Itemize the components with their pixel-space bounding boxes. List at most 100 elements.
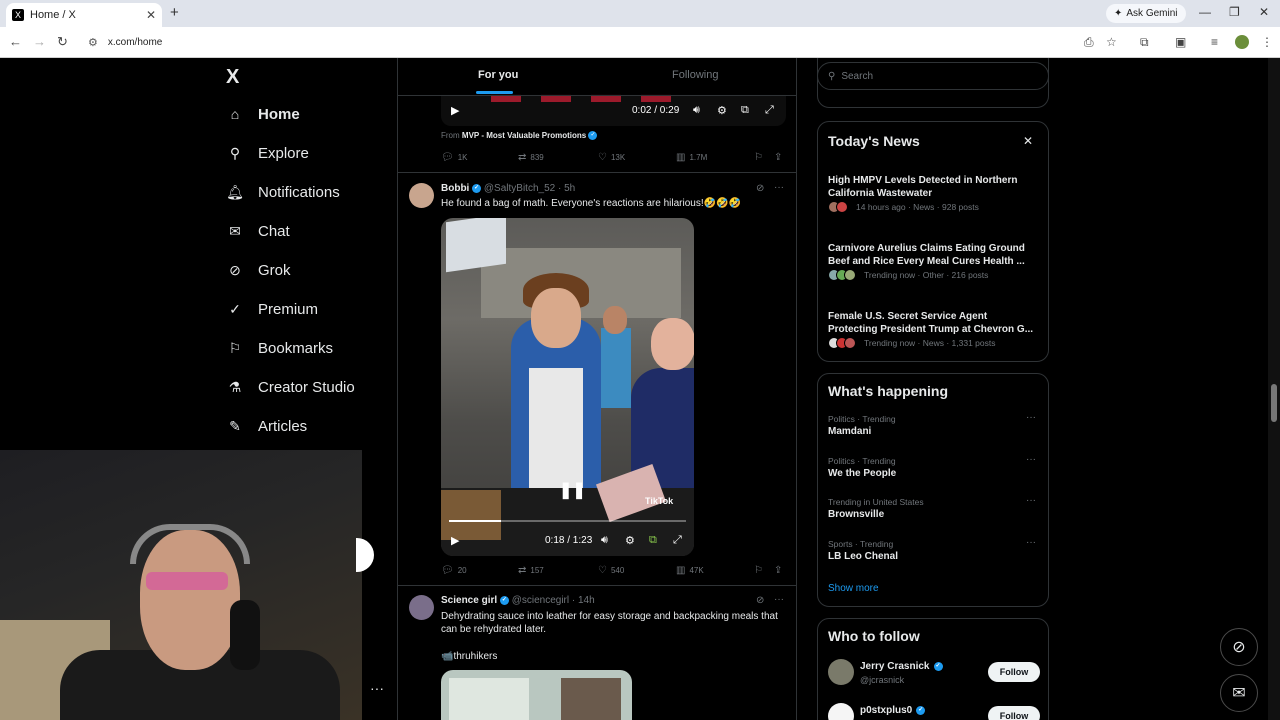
video-scene [531,288,581,348]
repost-button[interactable]: ⇄ 839 [518,152,544,163]
pip-icon[interactable]: ⧉ [741,104,749,117]
reply-button[interactable]: 💬︎ 1K [441,152,468,163]
follow-name[interactable]: Jerry Crasnick ✓ [860,661,943,672]
trend-more-icon[interactable]: ··· [1026,454,1036,465]
trend-name[interactable]: Mamdani [828,426,871,437]
pip-icon[interactable]: ⧉ [649,534,657,547]
trend-more-icon[interactable]: ··· [1026,412,1036,423]
site-info-icon[interactable]: ⚙ [88,36,98,49]
nav-item-bookmarks[interactable]: ⚐ Bookmarks [226,339,333,357]
nav-more-icon[interactable]: ··· [370,680,384,696]
follow-button[interactable]: Follow [988,706,1040,720]
post3-handle[interactable]: @sciencegirl [512,595,569,606]
grok-fab-icon[interactable]: ⊘ [1220,628,1258,666]
bookmark-button[interactable]: ⚐ [754,565,763,576]
volume-icon[interactable]: 🔊︎ [601,534,608,547]
forward-icon[interactable]: → [33,34,46,49]
profile-avatar[interactable] [1235,35,1249,49]
nav-item-premium[interactable]: ✓ Premium [226,300,318,318]
tab-for-you[interactable]: For you [478,69,518,81]
nav-item-articles[interactable]: ✎ Articles [226,417,307,435]
back-icon[interactable]: ← [9,34,22,49]
nav-item-home[interactable]: ⌂ Home [226,105,300,123]
post-more-icon[interactable]: ··· [774,594,784,605]
news-meta-text: 14 hours ago · News · 928 posts [856,202,979,212]
play-icon[interactable]: ▶ [451,104,459,117]
follow-button[interactable]: Follow [988,662,1040,682]
tab-search-icon[interactable]: ▣ [1175,35,1186,49]
fullscreen-icon[interactable]: ⤢ [673,534,682,547]
nav-item-chat[interactable]: ✉ Chat [226,222,290,240]
share-button[interactable]: ⇪ [774,152,782,163]
trend-more-icon[interactable]: ··· [1026,537,1036,548]
search-input[interactable]: ⚲ Search [817,62,1049,90]
messages-fab-icon[interactable]: ✉ [1220,674,1258,712]
views-button[interactable]: ▥ 1.7M [676,152,707,163]
nav-item-creator-studio[interactable]: ⚗ Creator Studio [226,378,355,396]
follow-avatar[interactable] [828,703,854,720]
post2-video[interactable]: ❚❚ TikTok ▶ 0:18 / 1:23 🔊︎ ⚙ ⧉ ⤢ [441,218,694,556]
post3-hashtag[interactable]: 📹thruhikers [441,650,786,663]
x-logo[interactable]: X [226,66,239,89]
bookmark-star-icon[interactable]: ☆ [1106,35,1117,49]
nav-item-explore[interactable]: ⚲ Explore [226,144,309,162]
settings-icon[interactable]: ⚙ [625,534,635,547]
address-bar[interactable]: ⚙ x.com/home [80,31,1080,53]
grok-post-icon[interactable]: ⊘ [756,595,764,606]
scrollbar-thumb[interactable] [1271,384,1277,422]
show-more-link[interactable]: Show more [828,583,879,594]
grok-post-icon[interactable]: ⊘ [756,183,764,194]
video-progress-bar[interactable] [449,520,686,522]
minimize-icon[interactable]: — [1199,5,1211,19]
like-button[interactable]: ♡ 13K [598,152,625,163]
views-button[interactable]: ▥ 47K [676,565,704,576]
share-button[interactable]: ⇪ [774,565,782,576]
news-headline[interactable]: Female U.S. Secret Service Agent Protect… [828,310,1038,336]
pause-icon[interactable]: ❚❚ [559,480,586,500]
post2-time[interactable]: · 5h [558,183,575,194]
window-close-icon[interactable]: ✕ [1259,5,1269,19]
post3-media[interactable] [441,670,632,720]
trend-name[interactable]: Brownsville [828,509,884,520]
like-button[interactable]: ♡ 540 [598,565,624,576]
reply-button[interactable]: 💬︎ 20 [441,565,467,576]
post1-video[interactable]: ▶ 0:02 / 0:29 🔊︎ ⚙ ⧉ ⤢ [441,94,786,126]
bookmark-button[interactable]: ⚐ [754,152,763,163]
trend-name[interactable]: LB Leo Chenal [828,551,898,562]
browser-tab[interactable]: X Home / X ✕ [6,3,162,27]
restore-icon[interactable]: ❐ [1229,5,1240,19]
reload-icon[interactable]: ↻ [57,34,68,50]
news-headline[interactable]: Carnivore Aurelius Claims Eating Ground … [828,242,1038,268]
post2-handle[interactable]: @SaltyBitch_52 [484,183,555,194]
close-icon[interactable]: ✕ [1023,134,1033,148]
ask-gemini-button[interactable]: ✦ Ask Gemini [1106,4,1186,23]
menu-icon[interactable]: ⋮ [1261,35,1273,49]
extensions-icon[interactable]: ⧉ [1140,35,1149,50]
trend-name[interactable]: We the People [828,468,896,479]
post2-avatar[interactable] [409,183,434,208]
new-tab-icon[interactable]: + [170,4,179,21]
follow-name[interactable]: p0stxplus0 ✓ [860,705,926,716]
post-more-icon[interactable]: ··· [774,182,784,193]
page-scrollbar[interactable] [1268,58,1280,720]
settings-icon[interactable]: ⚙ [717,104,727,117]
play-icon[interactable]: ▶ [451,534,459,547]
follow-avatar[interactable] [828,659,854,685]
post3-avatar[interactable] [409,595,434,620]
post3-time[interactable]: · 14h [572,595,595,606]
nav-item-notifications[interactable]: 🔔︎ Notifications [226,183,340,201]
install-app-icon[interactable]: ⎙ [1084,35,1094,50]
trend-more-icon[interactable]: ··· [1026,495,1036,506]
nav-item-grok[interactable]: ⊘ Grok [226,261,290,279]
from-name[interactable]: MVP - Most Valuable Promotions [462,131,586,140]
fullscreen-icon[interactable]: ⤢ [765,104,774,117]
volume-icon[interactable]: 🔊︎ [693,104,700,117]
post2-author[interactable]: Bobbi [441,183,469,194]
post3-author[interactable]: Science girl [441,595,497,606]
news-headline[interactable]: High HMPV Levels Detected in Northern Ca… [828,174,1038,200]
close-tab-icon[interactable]: ✕ [146,8,156,22]
tab-following[interactable]: Following [672,69,718,81]
follow-handle: @jcrasnick [860,675,905,685]
repost-button[interactable]: ⇄ 157 [518,565,544,576]
media-icon[interactable]: ≡ [1211,35,1218,49]
